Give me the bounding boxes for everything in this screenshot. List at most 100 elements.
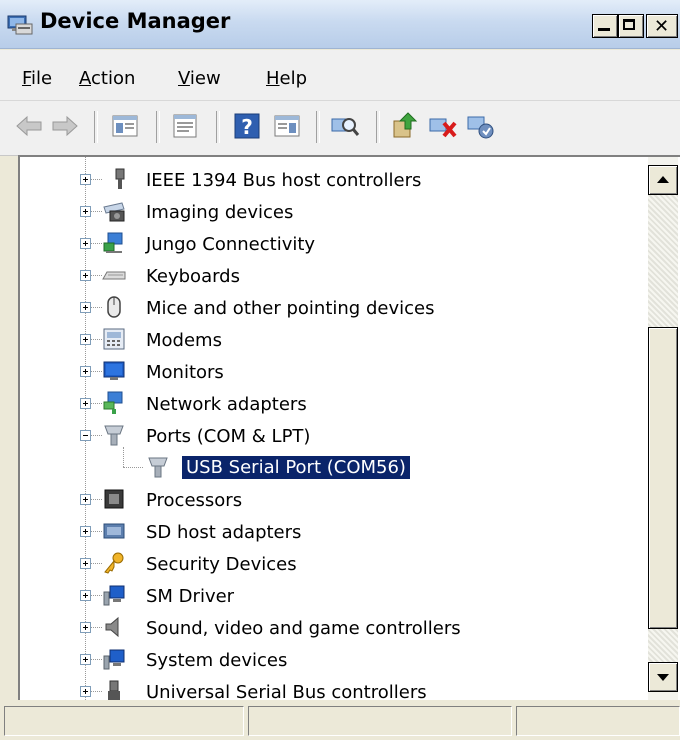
- expand-button[interactable]: [80, 302, 91, 313]
- tree-item-ports[interactable]: Ports (COM & LPT): [20, 421, 648, 453]
- firewire-plug-icon: [115, 168, 125, 189]
- speaker-icon: [105, 616, 119, 638]
- minimize-icon: [598, 28, 610, 31]
- toolbar: ?: [0, 101, 680, 156]
- processor-chip-icon: [104, 489, 124, 509]
- tree-item-label: Imaging devices: [146, 202, 294, 223]
- tree-item-usb-controllers[interactable]: Universal Serial Bus controllers: [20, 677, 648, 700]
- device-manager-window: Device Manager ✕ File Action View Help ?…: [0, 0, 680, 740]
- title-bar[interactable]: Device Manager ✕: [0, 0, 680, 49]
- status-pane: [248, 706, 512, 736]
- scanner-icon: [103, 202, 125, 222]
- help-icon[interactable]: ?: [232, 111, 262, 141]
- tree-item-sound-video[interactable]: Sound, video and game controllers: [20, 613, 648, 645]
- tree-item-label: SM Driver: [146, 586, 235, 607]
- update-driver-icon[interactable]: [390, 111, 420, 141]
- maximize-button[interactable]: [618, 14, 644, 38]
- tree-item-usb-serial-port[interactable]: USB Serial Port (COM56): [20, 447, 648, 485]
- expand-button[interactable]: [80, 366, 91, 377]
- toolbar-separator: [376, 111, 380, 143]
- expand-button[interactable]: [80, 686, 91, 697]
- device-manager-app-icon: [7, 15, 33, 35]
- expand-button[interactable]: [80, 398, 91, 409]
- maximize-icon: [623, 19, 635, 30]
- show-hide-tree-icon[interactable]: [110, 111, 140, 141]
- properties-icon[interactable]: [170, 111, 200, 141]
- disable-device-icon[interactable]: [466, 111, 496, 141]
- minimize-button[interactable]: [592, 14, 618, 38]
- tree-item-mice[interactable]: Mice and other pointing devices: [20, 293, 648, 325]
- tree-item-label: IEEE 1394 Bus host controllers: [146, 170, 422, 191]
- network-adapter-icon: [103, 391, 123, 414]
- menu-action[interactable]: Action: [79, 68, 135, 89]
- expand-button[interactable]: [80, 174, 91, 185]
- tree-item-label: Universal Serial Bus controllers: [146, 682, 427, 700]
- toolbar-separator: [156, 111, 160, 143]
- expand-button[interactable]: [80, 590, 91, 601]
- tree-item-system-devices[interactable]: System devices: [20, 645, 648, 677]
- scroll-up-button[interactable]: [648, 165, 678, 195]
- mouse-icon: [107, 296, 121, 318]
- back-arrow-icon[interactable]: [14, 111, 44, 141]
- toolbar-separator: [216, 111, 220, 143]
- tree-item-monitors[interactable]: Monitors: [20, 357, 648, 389]
- menu-file[interactable]: File: [22, 68, 52, 89]
- tree-item-label: Monitors: [146, 362, 224, 383]
- status-pane: [4, 706, 244, 736]
- expand-button[interactable]: [80, 526, 91, 537]
- collapse-button[interactable]: [80, 430, 91, 441]
- monitor-icon: [103, 361, 125, 380]
- expand-button[interactable]: [80, 622, 91, 633]
- down-arrow-icon: [657, 674, 669, 681]
- tree-item-modems[interactable]: Modems: [20, 325, 648, 357]
- tree-item-ieee1394[interactable]: IEEE 1394 Bus host controllers: [20, 165, 648, 197]
- expand-button[interactable]: [80, 654, 91, 665]
- computer-icon: [103, 649, 125, 670]
- status-pane: [516, 706, 680, 736]
- tree-item-jungo-connectivity[interactable]: Jungo Connectivity: [20, 229, 648, 261]
- port-plug-icon: [104, 425, 124, 446]
- expand-button[interactable]: [80, 334, 91, 345]
- close-button[interactable]: ✕: [646, 14, 678, 38]
- menu-help[interactable]: Help: [266, 68, 307, 89]
- vertical-scrollbar[interactable]: [648, 157, 678, 700]
- toolbar-separator: [94, 111, 98, 143]
- action-pane-icon[interactable]: [272, 111, 302, 141]
- expand-button[interactable]: [80, 494, 91, 505]
- tree-item-keyboards[interactable]: Keyboards: [20, 261, 648, 293]
- menu-view[interactable]: View: [178, 68, 221, 89]
- device-tree-view[interactable]: IEEE 1394 Bus host controllers Imaging d…: [18, 155, 680, 700]
- tree-item-processors[interactable]: Processors: [20, 485, 648, 517]
- tree-item-network-adapters[interactable]: Network adapters: [20, 389, 648, 421]
- window-title: Device Manager: [40, 9, 231, 33]
- tree-item-label: Jungo Connectivity: [146, 234, 316, 255]
- tree-item-label: Mice and other pointing devices: [146, 298, 435, 319]
- scan-hardware-icon[interactable]: [330, 111, 360, 141]
- tree-item-label: Ports (COM & LPT): [146, 426, 311, 447]
- expand-button[interactable]: [80, 558, 91, 569]
- scroll-down-button[interactable]: [648, 662, 678, 692]
- scrollbar-thumb[interactable]: [648, 327, 678, 629]
- close-icon: ✕: [654, 16, 670, 37]
- up-arrow-icon: [657, 176, 669, 183]
- key-icon: [104, 552, 124, 574]
- computer-icon: [103, 585, 125, 606]
- expand-button[interactable]: [80, 270, 91, 281]
- tree-item-label: Sound, video and game controllers: [146, 618, 461, 639]
- modem-icon: [103, 328, 125, 350]
- uninstall-device-icon[interactable]: [428, 111, 458, 141]
- tree-item-label: Keyboards: [146, 266, 240, 287]
- tree-item-label: System devices: [146, 650, 288, 671]
- menu-bar: File Action View Help: [0, 50, 680, 101]
- tree-item-imaging-devices[interactable]: Imaging devices: [20, 197, 648, 229]
- tree-item-security-devices[interactable]: Security Devices: [20, 549, 648, 581]
- tree-item-sm-driver[interactable]: SM Driver: [20, 581, 648, 613]
- tree-item-sd-host-adapters[interactable]: SD host adapters: [20, 517, 648, 549]
- toolbar-separator: [316, 111, 320, 143]
- keyboard-icon: [102, 271, 126, 280]
- expand-button[interactable]: [80, 206, 91, 217]
- tree-item-label: Modems: [146, 330, 222, 351]
- tree-item-label: Processors: [146, 490, 243, 511]
- expand-button[interactable]: [80, 238, 91, 249]
- forward-arrow-icon[interactable]: [50, 111, 80, 141]
